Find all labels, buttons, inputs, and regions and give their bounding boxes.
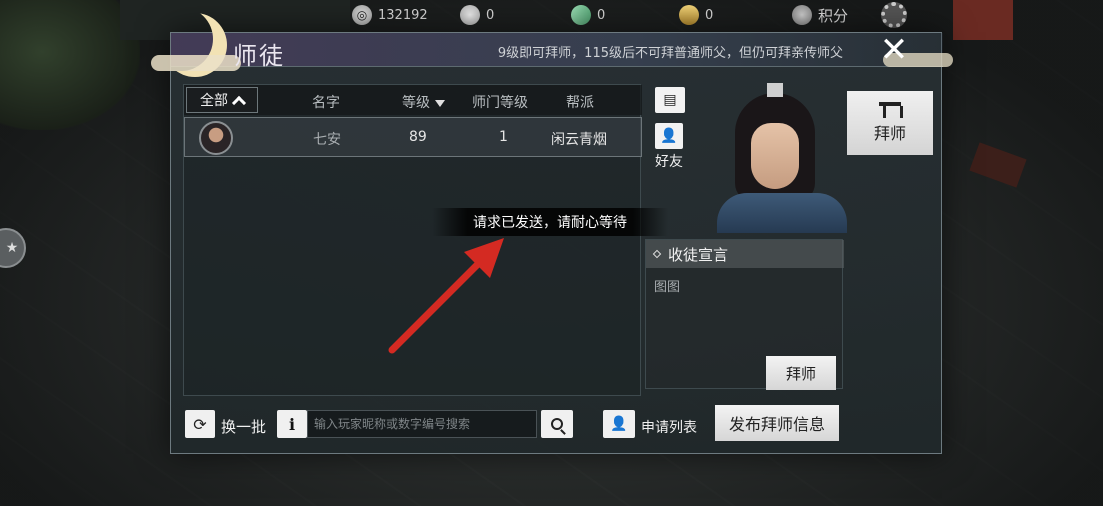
jade-ticket-icon (568, 2, 594, 28)
coin-amount: 132192 (378, 7, 428, 23)
portrait-face (751, 123, 799, 189)
declaration-text: 图图 (654, 280, 681, 295)
close-button[interactable]: ✕ (875, 30, 913, 70)
silver-ingot-icon (460, 5, 480, 25)
panel-hint: 9级即可拜师，115级后不可拜普通师父，但仍可拜亲传师父 (497, 46, 843, 61)
search-button[interactable] (541, 410, 573, 438)
gold-amount: 0 (705, 7, 714, 23)
refresh-label[interactable]: 换一批 (221, 416, 266, 437)
toast-message: 请求已发送，请耐心等待 (473, 215, 627, 231)
close-icon: ✕ (879, 30, 909, 70)
panel-title: 师徒 (233, 42, 285, 70)
search-icon (551, 418, 563, 430)
panel-header: 师徒 9级即可拜师，115级后不可拜普通师父，但仍可拜亲传师父 ✕ (151, 30, 953, 71)
add-friend-icon: 👤 (660, 128, 678, 144)
sort-down-icon (435, 99, 445, 107)
declaration-title: 收徒宣言 (668, 245, 729, 264)
portrait-body (717, 193, 847, 233)
gold-ingot-icon (679, 5, 699, 25)
table-row[interactable]: 七安 89 1 闲云青烟 (184, 117, 642, 157)
mentor-panel: 师徒 9级即可拜师，115级后不可拜普通师父，但仍可拜亲传师父 ✕ 全部 名字 … (151, 30, 953, 454)
settings-gear-icon[interactable] (881, 2, 907, 28)
jade-resource[interactable]: 0 (568, 2, 606, 28)
row-faction: 闲云青烟 (551, 132, 607, 148)
silver-resource[interactable]: 0 (460, 4, 494, 26)
filter-dropdown[interactable]: 全部 (186, 87, 258, 113)
declaration-header: 收徒宣言 (646, 240, 844, 268)
column-faction: 帮派 (566, 95, 594, 111)
score-badge-icon (787, 0, 817, 30)
refresh-button[interactable]: ⟳ (185, 410, 215, 438)
gold-resource[interactable]: 0 (679, 4, 713, 26)
cloud-decoration (151, 55, 241, 71)
refresh-icon: ⟳ (193, 414, 207, 434)
score-label: 积分 (818, 6, 849, 25)
publish-info-button[interactable]: 发布拜师信息 (715, 405, 839, 441)
apply-list-icon: 👤 (610, 416, 628, 432)
arrow-shaft (388, 248, 494, 354)
bottom-bar: ⟳ 换一批 i 👤 申请列表 发布拜师信息 (183, 405, 933, 445)
column-sect-level: 师门等级 (472, 95, 528, 111)
info-icon: i (288, 414, 296, 434)
row-sect-level: 1 (499, 129, 508, 145)
annotation-arrow-icon (388, 238, 504, 354)
portrait-crown (767, 83, 783, 97)
character-portrait (707, 83, 847, 233)
silver-amount: 0 (486, 7, 495, 23)
search-input[interactable] (307, 410, 537, 438)
jade-amount: 0 (597, 7, 606, 23)
chat-button[interactable]: ▤ (655, 87, 685, 113)
column-level-label: 等级 (402, 95, 430, 111)
add-friend-button[interactable]: 👤 (655, 123, 683, 149)
declaration-box: 收徒宣言 图图 拜师 (645, 239, 844, 390)
row-level: 89 (409, 129, 427, 145)
tab-apprentice[interactable]: 拜师 (847, 91, 933, 155)
chevron-up-icon (231, 95, 247, 110)
become-apprentice-button[interactable]: 拜师 (766, 356, 836, 390)
coin-icon: ◎ (352, 5, 372, 25)
tab-apprentice-label: 拜师 (873, 124, 906, 143)
player-avatar[interactable] (199, 121, 233, 155)
column-level[interactable]: 等级 (402, 92, 445, 112)
coin-resource[interactable]: ◎ 132192 (352, 4, 428, 26)
score-resource[interactable]: 积分 (787, 0, 849, 30)
column-name: 名字 (312, 95, 340, 111)
friend-label: 好友 (655, 154, 683, 170)
gate-icon (879, 102, 903, 118)
row-name: 七安 (313, 132, 341, 148)
filter-label: 全部 (200, 93, 228, 109)
info-button[interactable]: i (277, 410, 307, 438)
chat-bubble-icon: ▤ (663, 92, 677, 108)
side-menu-icon: ★ (5, 240, 19, 256)
apply-list-button[interactable]: 👤 (603, 410, 635, 438)
apply-list-label[interactable]: 申请列表 (641, 417, 697, 437)
list-header: 全部 名字 等级 师门等级 帮派 (184, 85, 642, 115)
diamond-icon (652, 249, 662, 259)
